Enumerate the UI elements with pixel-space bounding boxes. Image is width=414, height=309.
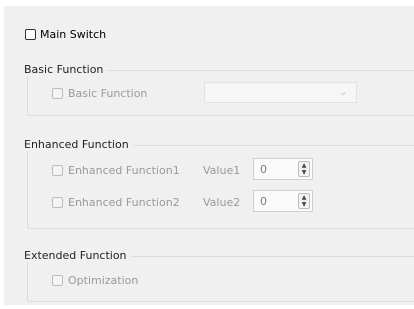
main-switch[interactable]: Main Switch [25,28,106,41]
enhanced-function2-row[interactable]: Enhanced Function2 [52,196,180,209]
extended-function-group-title: Extended Function [24,249,131,262]
enhanced-function1-row[interactable]: Enhanced Function1 [52,164,180,177]
enhanced-function-group-title: Enhanced Function [24,138,133,151]
basic-function-checkbox[interactable] [52,88,63,99]
spin-up-icon[interactable]: ▲ [299,194,309,201]
value2-input[interactable]: 0 [260,195,267,208]
optimization-checkbox[interactable] [52,275,63,286]
basic-function-row[interactable]: Basic Function [52,87,147,100]
basic-function-label: Basic Function [68,87,148,100]
enhanced-function-group [27,145,414,229]
value1-input[interactable]: 0 [260,163,267,176]
main-switch-checkbox[interactable] [25,29,36,40]
main-switch-label: Main Switch [40,28,107,41]
value1-spinbox[interactable]: 0 ▲ ▼ [253,158,313,180]
value2-label: Value2 [203,196,241,209]
optimization-row[interactable]: Optimization [52,274,138,287]
value1-label: Value1 [203,164,241,177]
spin-down-icon[interactable]: ▼ [299,169,309,176]
enhanced-function1-label: Enhanced Function1 [68,164,180,177]
value1-spin-buttons[interactable]: ▲ ▼ [298,161,310,177]
value2-spinbox[interactable]: 0 ▲ ▼ [253,190,313,212]
spin-up-icon[interactable]: ▲ [299,162,309,169]
value2-spin-buttons[interactable]: ▲ ▼ [298,193,310,209]
optimization-label: Optimization [68,274,139,287]
enhanced-function2-checkbox[interactable] [52,197,63,208]
chevron-down-icon: ⌄ [338,85,348,98]
enhanced-function2-label: Enhanced Function2 [68,196,180,209]
enhanced-function1-checkbox[interactable] [52,165,63,176]
spin-down-icon[interactable]: ▼ [299,201,309,208]
basic-function-combo[interactable]: ⌄ [204,82,357,103]
basic-function-group-title: Basic Function [24,63,108,76]
